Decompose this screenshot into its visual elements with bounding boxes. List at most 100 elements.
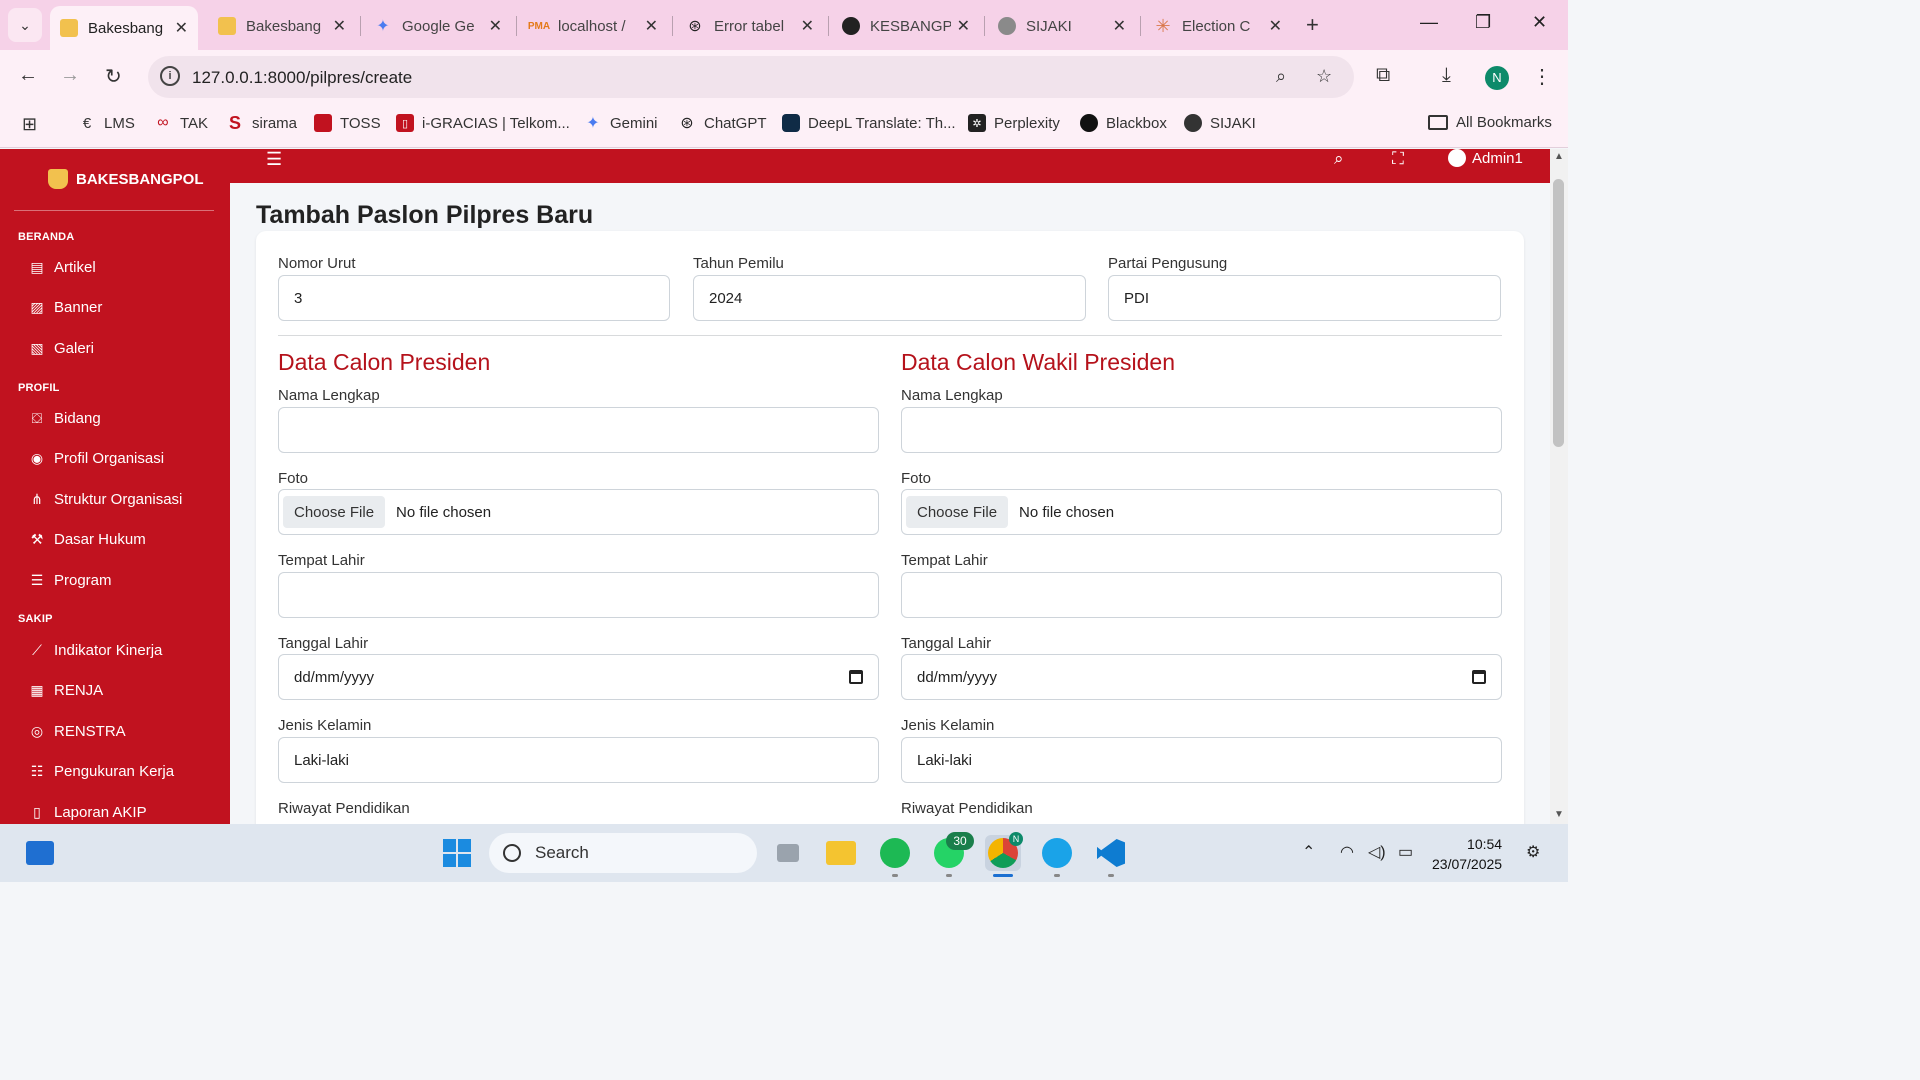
capres-tanggal-lahir-input[interactable]: dd/mm/yyyy (278, 654, 879, 700)
bookmark-star-icon[interactable]: ☆ (1316, 66, 1332, 87)
volume-icon[interactable]: ◁) (1368, 842, 1386, 862)
sidebar-brand[interactable]: BAKESBANGPOL (48, 169, 204, 189)
capres-choose-file-button[interactable]: Choose File (283, 496, 386, 528)
close-tab-icon[interactable]: ✕ (333, 16, 346, 36)
notifications-icon[interactable]: ⚙ (1526, 842, 1540, 862)
address-bar[interactable]: i 127.0.0.1:8000/pilpres/create ⌕ ☆ (148, 56, 1354, 98)
spotify-icon[interactable] (877, 835, 913, 871)
bookmark-lms[interactable]: € LMS (78, 114, 135, 132)
bookmark-deepl[interactable]: DeepL Translate: Th... (782, 114, 956, 132)
edge-icon[interactable] (1039, 835, 1075, 871)
sidebar-item-pengukuran-kerja[interactable]: ☷ Pengukuran Kerja (28, 763, 174, 780)
bookmark-sijaki[interactable]: SIJAKI (1184, 114, 1256, 132)
cawapres-foto-input[interactable]: Choose File No file chosen (901, 489, 1502, 535)
close-tab-icon[interactable]: ✕ (957, 16, 970, 36)
all-bookmarks-button[interactable]: All Bookmarks (1428, 114, 1552, 131)
cawapres-tanggal-lahir-input[interactable]: dd/mm/yyyy (901, 654, 1502, 700)
browser-tab-8[interactable]: ✳ Election C ✕ (1144, 6, 1292, 46)
minimize-window-icon[interactable]: — (1420, 12, 1438, 33)
new-tab-plus-icon[interactable]: + (1306, 12, 1319, 38)
capres-foto-input[interactable]: Choose File No file chosen (278, 489, 879, 535)
scroll-up-arrow-icon[interactable]: ▲ (1554, 151, 1564, 162)
task-view-icon[interactable] (770, 835, 806, 871)
wifi-icon[interactable]: ◠ (1340, 842, 1354, 862)
sidebar-item-artikel[interactable]: ▤ Artikel (28, 259, 95, 276)
sidebar-item-galeri[interactable]: ▧ Galeri (28, 340, 94, 357)
extensions-puzzle-icon[interactable]: ⧉ (1376, 64, 1390, 87)
scrollbar-thumb[interactable] (1553, 179, 1564, 447)
sidebar-item-renstra[interactable]: ◎ RENSTRA (28, 723, 126, 740)
browser-tab-6[interactable]: KESBANGP ✕ (832, 6, 980, 46)
sidebar-item-indikator-kinerja[interactable]: ⟋ Indikator Kinerja (28, 642, 162, 659)
bookmark-perplexity[interactable]: ✲ Perplexity (968, 114, 1060, 132)
sidebar-item-laporan-akip[interactable]: ▯ Laporan AKIP (28, 804, 146, 821)
browser-tab-1[interactable]: Bakesbang ✕ (50, 6, 198, 50)
widgets-icon[interactable] (22, 835, 58, 871)
bookmark-blackbox[interactable]: Blackbox (1080, 114, 1167, 132)
cawapres-tempat-lahir-input[interactable] (901, 572, 1502, 618)
calendar-picker-icon[interactable] (849, 670, 863, 684)
close-tab-icon[interactable]: ✕ (175, 18, 188, 38)
capres-tempat-lahir-input[interactable] (278, 572, 879, 618)
bookmark-tak[interactable]: ∞ TAK (154, 114, 208, 132)
fullscreen-icon[interactable]: ⛶ (1392, 149, 1404, 169)
sidebar-item-profil-organisasi[interactable]: ◉ Profil Organisasi (28, 450, 164, 467)
site-info-icon[interactable]: i (160, 66, 180, 86)
reload-icon[interactable]: ↻ (105, 64, 122, 89)
browser-tab-7[interactable]: SIJAKI ✕ (988, 6, 1136, 46)
bookmark-chatgpt[interactable]: ⊛ ChatGPT (678, 114, 766, 133)
browser-tab-5[interactable]: ⊛ Error tabel ✕ (676, 6, 824, 46)
calendar-picker-icon[interactable] (1472, 670, 1486, 684)
tahun-pemilu-input[interactable]: 2024 (693, 275, 1086, 321)
close-tab-icon[interactable]: ✕ (645, 16, 658, 36)
bookmark-toss[interactable]: TOSS (314, 114, 381, 132)
tab-search-button[interactable]: ⌄ (8, 8, 42, 42)
browser-tab-2[interactable]: Bakesbang ✕ (208, 6, 356, 46)
close-tab-icon[interactable]: ✕ (1113, 16, 1126, 36)
browser-tab-3[interactable]: ✦ Google Ge ✕ (364, 6, 512, 46)
search-icon[interactable]: ⌕ (1334, 149, 1344, 169)
page-scrollbar[interactable]: ▲ ▼ (1550, 149, 1568, 824)
cawapres-jenis-kelamin-select[interactable]: Laki-laki (901, 737, 1502, 783)
file-explorer-icon[interactable] (823, 835, 859, 871)
tasks-icon: ☷ (30, 763, 44, 779)
close-tab-icon[interactable]: ✕ (1269, 16, 1282, 36)
cawapres-choose-file-button[interactable]: Choose File (906, 496, 1009, 528)
restore-window-icon[interactable]: ❐ (1475, 12, 1491, 33)
cawapres-nama-input[interactable] (901, 407, 1502, 453)
profile-avatar[interactable]: N (1485, 66, 1509, 90)
download-icon[interactable]: ⤓ (1442, 64, 1451, 87)
zoom-magnifier-icon[interactable]: ⌕ (1276, 66, 1286, 87)
vscode-icon[interactable] (1093, 835, 1129, 871)
nomor-urut-input[interactable]: 3 (278, 275, 670, 321)
close-tab-icon[interactable]: ✕ (489, 16, 502, 36)
close-window-icon[interactable]: ✕ (1532, 12, 1547, 33)
sidebar-item-banner[interactable]: ▨ Banner (28, 299, 102, 316)
bookmark-sirama[interactable]: Ssirama (226, 113, 297, 133)
taskbar-search-box[interactable]: Search (489, 833, 757, 873)
close-tab-icon[interactable]: ✕ (801, 16, 814, 36)
capres-nama-input[interactable] (278, 407, 879, 453)
sidebar-item-renja[interactable]: ▦ RENJA (28, 682, 103, 699)
forward-arrow-icon[interactable]: → (60, 64, 80, 87)
scroll-down-arrow-icon[interactable]: ▼ (1554, 809, 1564, 820)
sidebar-item-dasar-hukum[interactable]: ⚒ Dasar Hukum (28, 531, 146, 548)
partai-pengusung-input[interactable]: PDI (1108, 275, 1501, 321)
user-menu[interactable]: Admin1 (1448, 149, 1523, 167)
system-clock[interactable]: 10:54 23/07/2025 (1432, 834, 1502, 874)
hamburger-menu-icon[interactable]: ☰ (266, 149, 282, 170)
battery-icon[interactable]: ▭ (1398, 842, 1413, 862)
capres-jenis-kelamin-select[interactable]: Laki-laki (278, 737, 879, 783)
apps-grid-icon[interactable]: ⊞ (22, 114, 37, 135)
bookmark-igracias[interactable]: ▯ i-GRACIAS | Telkom... (396, 114, 570, 132)
browser-tab-4[interactable]: PMA localhost / ✕ (520, 6, 668, 46)
sidebar-item-program[interactable]: ☰ Program (28, 572, 112, 589)
windows-start-icon[interactable] (439, 835, 475, 871)
sidebar-item-bidang[interactable]: ⛋ Bidang (28, 410, 101, 427)
sidebar-item-struktur-organisasi[interactable]: ⋔ Struktur Organisasi (28, 491, 182, 508)
bookmark-gemini[interactable]: ✦ Gemini (584, 114, 657, 133)
url-text[interactable]: 127.0.0.1:8000/pilpres/create (192, 68, 412, 88)
show-hidden-icons-chevron-icon[interactable]: ⌃ (1302, 842, 1315, 862)
more-menu-icon[interactable]: ⋮ (1532, 64, 1552, 89)
back-arrow-icon[interactable]: ← (18, 64, 38, 87)
